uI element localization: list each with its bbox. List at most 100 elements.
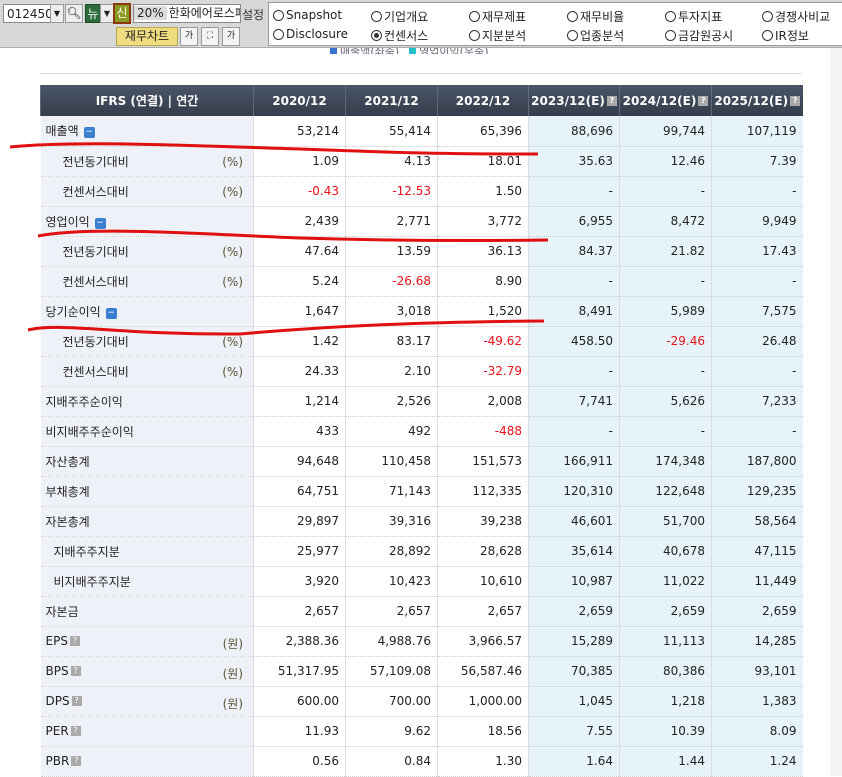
row-label: PBR: [45, 754, 70, 768]
radio-circle-icon[interactable]: [469, 30, 480, 41]
unit-label: (원): [222, 636, 243, 651]
radio-7[interactable]: 컨센서스: [371, 27, 428, 44]
radio-9[interactable]: 업종분석: [567, 27, 624, 44]
row-label-cell: 자본금: [40, 596, 254, 627]
font-increase-button[interactable]: 가: [222, 27, 240, 46]
row-label-cell: 자산총계: [40, 446, 254, 477]
radio-circle-icon[interactable]: [371, 30, 382, 41]
radio-label: 지분분석: [482, 29, 527, 43]
value-cell: 2,657: [253, 596, 346, 627]
value-cell: -: [528, 356, 620, 387]
help-icon[interactable]: ?: [606, 95, 617, 106]
value-cell: 187,800: [711, 446, 803, 477]
table-row: 영업이익 −2,439 2,771 3,772 6,955 8,472 9,949: [40, 206, 803, 237]
radio-circle-icon[interactable]: [665, 30, 676, 41]
radio-label: 업종분석: [580, 29, 625, 43]
help-icon[interactable]: ?: [71, 696, 82, 706]
help-icon[interactable]: ?: [70, 666, 81, 676]
unit-label: (%): [222, 154, 243, 169]
radio-4[interactable]: 투자지표: [665, 8, 722, 25]
row-label-cell: 지배주주순이익: [40, 386, 254, 417]
collapse-icon[interactable]: −: [94, 217, 106, 229]
radio-11[interactable]: IR정보: [762, 27, 809, 44]
radio-10[interactable]: 금감원공시: [665, 27, 733, 44]
settings-link[interactable]: 설정: [242, 6, 264, 23]
radio-0[interactable]: Snapshot: [273, 8, 342, 22]
help-icon[interactable]: ?: [790, 95, 801, 106]
value-cell: 1,520: [437, 296, 529, 327]
table-row: 전년동기대비 (%) 47.64 13.59 36.13 84.37 21.82 17.43: [40, 236, 803, 267]
radio-circle-icon[interactable]: [469, 11, 480, 22]
radio-circle-icon[interactable]: [567, 11, 578, 22]
value-cell: 57,109.08: [345, 656, 438, 687]
radio-6[interactable]: Disclosure: [273, 27, 348, 41]
legend-item: 영업이익(우축): [409, 48, 489, 54]
radio-label: Snapshot: [286, 8, 343, 22]
radio-circle-icon[interactable]: [567, 30, 578, 41]
company-name-field[interactable]: 20%한화에어로스페이스: [133, 4, 241, 23]
help-icon[interactable]: ?: [69, 636, 80, 646]
new-dropdown-icon[interactable]: ▼: [100, 4, 114, 23]
row-label-cell: 자본총계: [40, 506, 254, 537]
radio-circle-icon[interactable]: [273, 28, 284, 40]
value-cell: 53,214: [253, 116, 346, 147]
radio-circle-icon[interactable]: [762, 11, 773, 22]
radio-label: Disclosure: [286, 27, 349, 41]
row-label-cell: 컨센서스대비 (%): [40, 176, 254, 207]
value-cell: -: [528, 266, 620, 297]
value-cell: 24.33: [253, 356, 346, 387]
collapse-icon[interactable]: −: [83, 127, 95, 139]
value-cell: 7,233: [711, 386, 803, 417]
value-cell: 28,892: [345, 536, 438, 567]
value-cell: 129,235: [711, 476, 803, 507]
unit-label: (원): [222, 666, 243, 681]
value-cell: 84.37: [528, 236, 620, 267]
value-cell: 8.90: [437, 266, 529, 297]
radio-circle-icon[interactable]: [273, 9, 284, 21]
scrollbar[interactable]: [830, 48, 842, 776]
radio-1[interactable]: 기업개요: [371, 8, 428, 25]
value-cell: -: [711, 416, 803, 447]
legend-swatch: [409, 48, 417, 54]
value-cell: 11,113: [619, 626, 712, 657]
row-label-cell: 전년동기대비 (%): [40, 326, 254, 357]
new-button[interactable]: 뉴: [85, 4, 101, 23]
table-row: 비지배주주순이익 433 492 -488- - -: [40, 416, 803, 447]
help-icon[interactable]: ?: [71, 756, 82, 766]
stock-code-input[interactable]: 012450: [3, 4, 53, 23]
radio-3[interactable]: 재무비율: [567, 8, 624, 25]
table-row: 전년동기대비 (%) 1.42 83.17 -49.62 458.50 -29.46 26.4…: [40, 326, 803, 357]
radio-label: 경쟁사비교: [775, 10, 831, 24]
column-header-label: 2024/12(E): [622, 93, 697, 108]
row-label: 전년동기대비: [62, 244, 129, 259]
value-cell: 2,771: [345, 206, 438, 237]
code-dropdown-icon[interactable]: ▼: [50, 4, 64, 23]
radio-8[interactable]: 지분분석: [469, 27, 526, 44]
font-decrease-button[interactable]: 가: [180, 27, 198, 46]
value-cell: 700.00: [345, 686, 438, 717]
value-cell: 492: [345, 416, 438, 447]
collapse-icon[interactable]: −: [105, 307, 117, 319]
unit-label: (%): [222, 334, 243, 349]
row-label-cell: DPS? (원): [40, 686, 254, 717]
radio-circle-icon[interactable]: [762, 30, 773, 41]
radio-2[interactable]: 재무제표: [469, 8, 526, 25]
radio-circle-icon[interactable]: [665, 11, 676, 22]
value-cell: 2,657: [437, 596, 529, 627]
value-cell: 2,388.36: [253, 626, 346, 657]
shin-button[interactable]: 신: [113, 3, 131, 24]
radio-5[interactable]: 경쟁사비교: [762, 8, 830, 25]
value-cell: 18.56: [437, 716, 529, 747]
help-icon[interactable]: ?: [698, 95, 709, 106]
value-cell: 1,647: [253, 296, 346, 327]
value-cell: 7.39: [711, 146, 803, 177]
row-label: 비지배주주순이익: [45, 424, 134, 439]
expand-icon[interactable]: ⛶: [201, 27, 219, 46]
search-icon[interactable]: 🔍︎: [65, 4, 83, 23]
table-header-label: IFRS (연결) | 연간: [40, 85, 254, 116]
value-cell: 2,657: [345, 596, 438, 627]
value-cell: 4.13: [345, 146, 438, 177]
help-icon[interactable]: ?: [70, 726, 81, 736]
radio-circle-icon[interactable]: [371, 11, 382, 22]
financial-chart-button[interactable]: 재무차트: [116, 27, 178, 46]
